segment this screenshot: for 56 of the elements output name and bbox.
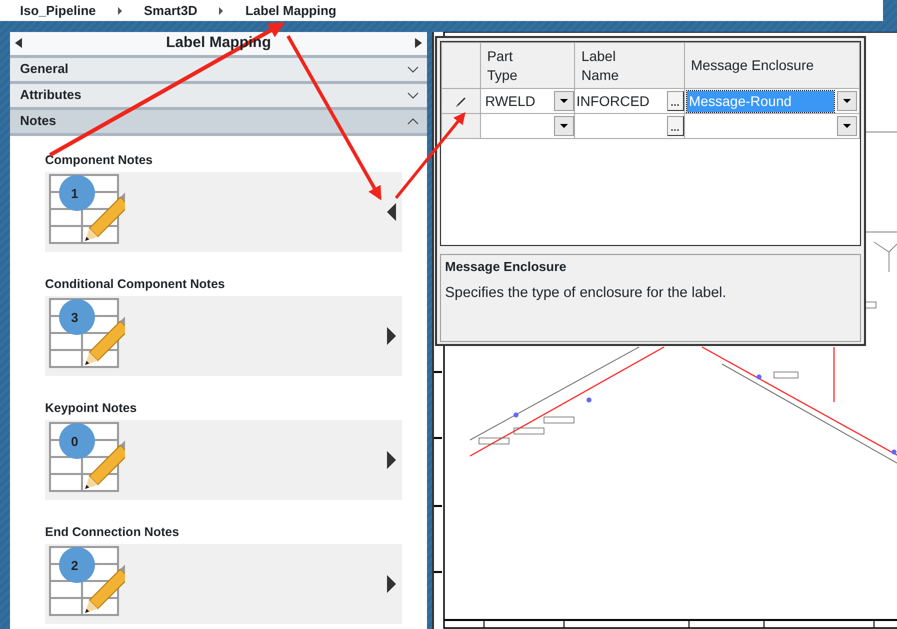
scroll-left-icon[interactable] (15, 38, 22, 48)
section-label: Notes (20, 112, 56, 130)
caret-icon (843, 99, 851, 103)
collapse-icon[interactable] (407, 116, 419, 126)
dropdown-button[interactable] (554, 91, 574, 111)
cell-value: RWELD (485, 92, 536, 110)
expand-arrow-icon[interactable] (387, 326, 396, 344)
note-group-card[interactable]: 3 (45, 296, 402, 376)
caret-icon (843, 124, 851, 128)
note-group-card[interactable]: 1 (45, 172, 402, 252)
note-count: 1 (71, 184, 78, 202)
note-group-title: Component Notes (45, 152, 153, 169)
section-label: General (20, 60, 68, 78)
note-group-card[interactable]: 0 (45, 420, 402, 500)
enclosure-cell[interactable] (684, 114, 860, 138)
separator-icon (219, 6, 224, 14)
note-count: 3 (71, 308, 78, 326)
note-group-title: Conditional Component Notes (45, 276, 225, 293)
note-count: 2 (71, 556, 78, 574)
description-title: Message Enclosure (445, 258, 568, 276)
expand-icon[interactable] (407, 64, 419, 74)
breadcrumb-item[interactable]: Label Mapping (245, 0, 336, 20)
note-group-card[interactable]: 2 (45, 544, 402, 624)
scroll-right-icon[interactable] (415, 38, 422, 48)
part-type-cell[interactable] (480, 114, 575, 138)
expand-arrow-icon[interactable] (387, 450, 396, 468)
section-header[interactable]: Attributes (10, 84, 427, 110)
dropdown-button[interactable] (554, 116, 574, 136)
breadcrumb-item[interactable]: Iso_Pipeline (20, 0, 96, 20)
caret-icon (560, 124, 568, 128)
cell-value: INFORCED (576, 92, 650, 110)
expand-arrow-icon[interactable] (387, 574, 396, 592)
breadcrumb-item[interactable]: Smart3D (144, 0, 198, 20)
label-name-cell[interactable]: INFORCED (574, 88, 684, 114)
browse-button[interactable] (666, 116, 684, 136)
column-header[interactable]: Label Name (574, 42, 684, 88)
caret-icon (560, 99, 568, 103)
pencil-icon (456, 96, 466, 107)
collapse-arrow-icon[interactable] (387, 202, 396, 220)
expand-icon[interactable] (407, 90, 419, 100)
section-label: Attributes (20, 86, 82, 104)
column-header[interactable]: Message Enclosure (684, 42, 860, 88)
note-group-title: End Connection Notes (45, 524, 180, 540)
browse-button[interactable] (666, 91, 684, 111)
section-header[interactable]: General (10, 58, 427, 84)
part-type-cell[interactable]: RWELD (480, 88, 575, 114)
note-count: 0 (71, 432, 78, 450)
note-group-title: Keypoint Notes (45, 400, 137, 417)
section-header[interactable]: Notes (10, 110, 427, 136)
dropdown-button[interactable] (837, 91, 857, 111)
cell-value: Message-Round (686, 90, 834, 112)
separator-icon (118, 6, 122, 14)
label-name-cell[interactable] (574, 114, 684, 138)
column-header[interactable]: Part Type (480, 42, 575, 88)
dropdown-button[interactable] (837, 116, 857, 136)
description-text: Specifies the type of enclosure for the label. (445, 284, 728, 302)
